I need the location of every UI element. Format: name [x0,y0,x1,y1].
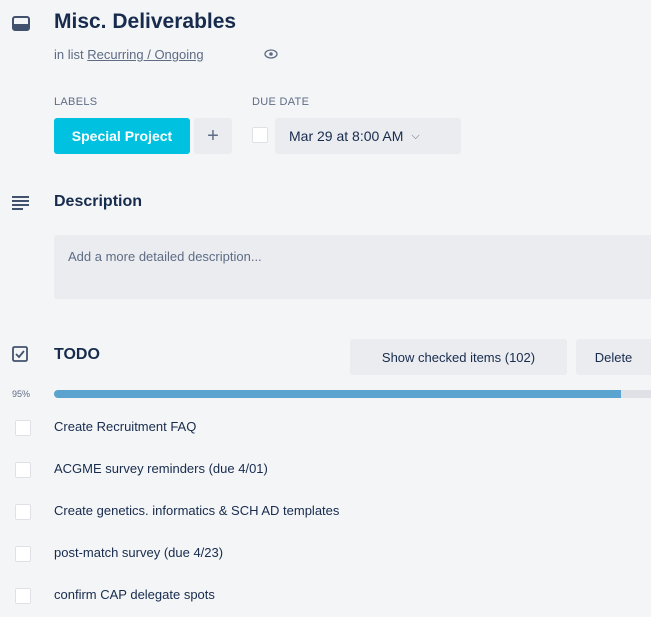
checklist-item-text[interactable]: Create genetics. informatics & SCH AD te… [54,503,339,518]
checklist-item-text[interactable]: confirm CAP delegate spots [54,587,215,602]
checklist-item[interactable]: Create genetics. informatics & SCH AD te… [0,491,651,533]
checklist-item-checkbox[interactable] [15,462,31,478]
checklist-item-checkbox[interactable] [15,546,31,562]
card-icon [12,16,30,31]
in-list-prefix: in list [54,47,84,62]
checklist-item[interactable]: post-match survey (due 4/23) [0,533,651,575]
progress-bar-fill [54,390,622,398]
description-input[interactable]: Add a more detailed description... [54,235,651,299]
list-breadcrumb: in list Recurring / Ongoing [54,47,204,62]
checklist-item[interactable]: confirm CAP delegate spots [0,575,651,617]
add-label-button[interactable]: + [194,118,232,154]
list-link[interactable]: Recurring / Ongoing [87,47,203,62]
due-date-button[interactable]: Mar 29 at 8:00 AM ⌵ [275,118,461,154]
checklist-item-checkbox[interactable] [15,588,31,604]
checklist-item-checkbox[interactable] [15,504,31,520]
checklist-item-checkbox[interactable] [15,420,31,436]
due-date-heading: DUE DATE [252,96,310,108]
progress-bar [54,390,651,398]
eye-icon[interactable] [264,49,278,59]
due-date-value: Mar 29 at 8:00 AM [289,128,404,144]
card-title[interactable]: Misc. Deliverables [54,10,236,34]
checklist-item[interactable]: ACGME survey reminders (due 4/01) [0,449,651,491]
show-checked-items-button[interactable]: Show checked items (102) [350,339,567,375]
progress-percent: 95% [12,389,31,399]
checklist-item[interactable]: Create Recruitment FAQ [0,407,651,449]
checklist-item-text[interactable]: post-match survey (due 4/23) [54,545,223,560]
chevron-down-icon: ⌵ [411,129,420,142]
checklist-item-text[interactable]: Create Recruitment FAQ [54,419,196,434]
labels-heading: LABELS [54,96,98,108]
checklist-item-text[interactable]: ACGME survey reminders (due 4/01) [54,461,268,476]
checklist-icon [12,346,28,362]
description-heading: Description [54,193,143,210]
delete-checklist-button[interactable]: Delete [576,339,651,375]
checklist-title[interactable]: TODO [54,346,100,364]
label-special-project[interactable]: Special Project [54,118,190,154]
description-icon [12,196,29,210]
due-date-complete-checkbox[interactable] [252,127,268,143]
